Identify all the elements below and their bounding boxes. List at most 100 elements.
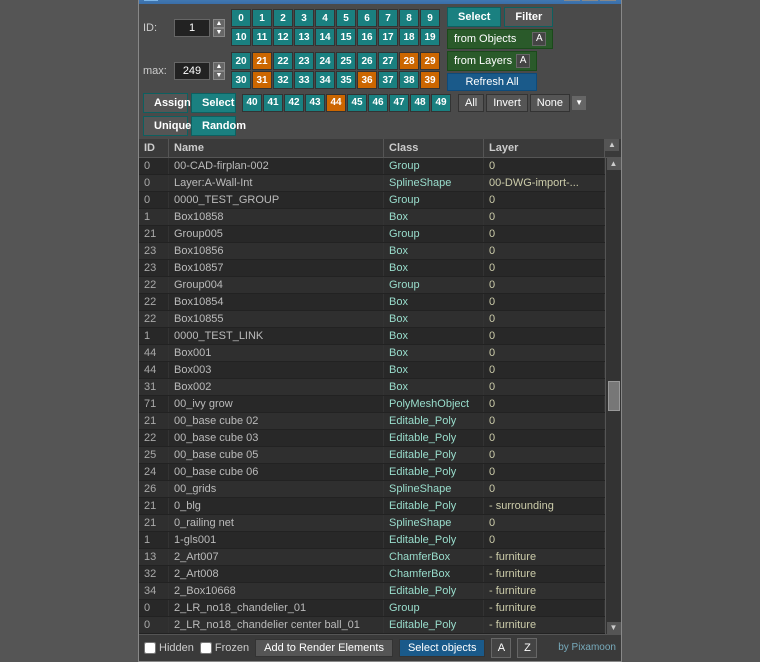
- table-row[interactable]: 31 Box002 Box 0: [139, 379, 605, 396]
- max-input[interactable]: [174, 62, 210, 80]
- table-row[interactable]: 22 00_base cube 03 Editable_Poly 0: [139, 430, 605, 447]
- id-btn-29[interactable]: 29: [420, 52, 440, 70]
- table-row[interactable]: 1 0000_TEST_LINK Box 0: [139, 328, 605, 345]
- from-layers-button[interactable]: from Layers A: [447, 51, 537, 71]
- filter-button[interactable]: Filter: [504, 7, 553, 27]
- table-row[interactable]: 21 0_railing net SplineShape 0: [139, 515, 605, 532]
- a-sort-button[interactable]: A: [491, 638, 511, 658]
- id-btn-7[interactable]: 7: [378, 9, 398, 27]
- id-btn-46[interactable]: 46: [368, 94, 388, 112]
- id-btn-10[interactable]: 10: [231, 28, 251, 46]
- id-btn-27[interactable]: 27: [378, 52, 398, 70]
- table-row[interactable]: 23 Box10857 Box 0: [139, 260, 605, 277]
- vscroll-thumb[interactable]: [608, 381, 620, 411]
- id-btn-5[interactable]: 5: [336, 9, 356, 27]
- id-btn-33[interactable]: 33: [294, 71, 314, 89]
- add-render-button[interactable]: Add to Render Elements: [255, 639, 393, 657]
- id-btn-2[interactable]: 2: [273, 9, 293, 27]
- table-row[interactable]: 0 Layer:A-Wall-Int SplineShape 00-DWG-im…: [139, 175, 605, 192]
- id-btn-12[interactable]: 12: [273, 28, 293, 46]
- id-btn-8[interactable]: 8: [399, 9, 419, 27]
- close-button[interactable]: ✕: [600, 0, 616, 1]
- id-btn-23[interactable]: 23: [294, 52, 314, 70]
- id-up-arrow[interactable]: ▲: [213, 19, 225, 28]
- id-btn-30[interactable]: 30: [231, 71, 251, 89]
- table-row[interactable]: 71 00_ivy grow PolyMeshObject 0: [139, 396, 605, 413]
- table-row[interactable]: 26 00_grids SplineShape 0: [139, 481, 605, 498]
- table-row[interactable]: 0 00-CAD-firplan-002 Group 0: [139, 158, 605, 175]
- table-row[interactable]: 23 Box10856 Box 0: [139, 243, 605, 260]
- id-btn-48[interactable]: 48: [410, 94, 430, 112]
- z-sort-button[interactable]: Z: [517, 638, 537, 658]
- table-scroll-up[interactable]: ▲: [605, 139, 619, 151]
- id-btn-36[interactable]: 36: [357, 71, 377, 89]
- max-up-arrow[interactable]: ▲: [213, 62, 225, 71]
- id-btn-13[interactable]: 13: [294, 28, 314, 46]
- table-row[interactable]: 34 2_Box10668 Editable_Poly - furniture: [139, 583, 605, 600]
- table-row[interactable]: 24 00_base cube 06 Editable_Poly 0: [139, 464, 605, 481]
- id-btn-44[interactable]: 44: [326, 94, 346, 112]
- maximize-button[interactable]: □: [582, 0, 598, 1]
- vscroll-up[interactable]: ▲: [607, 158, 621, 170]
- random-button[interactable]: Random: [191, 116, 236, 136]
- id-btn-3[interactable]: 3: [294, 9, 314, 27]
- id-btn-38[interactable]: 38: [399, 71, 419, 89]
- id-btn-45[interactable]: 45: [347, 94, 367, 112]
- id-btn-47[interactable]: 47: [389, 94, 409, 112]
- invert-button[interactable]: Invert: [486, 94, 528, 112]
- id-input[interactable]: [174, 19, 210, 37]
- id-btn-4[interactable]: 4: [315, 9, 335, 27]
- id-btn-35[interactable]: 35: [336, 71, 356, 89]
- id-btn-31[interactable]: 31: [252, 71, 272, 89]
- refresh-all-button[interactable]: Refresh All: [447, 73, 537, 91]
- table-row[interactable]: 21 Group005 Group 0: [139, 226, 605, 243]
- assign-button[interactable]: Assign: [143, 93, 188, 113]
- table-row[interactable]: 1 1-gls001 Editable_Poly 0: [139, 532, 605, 549]
- id-btn-21[interactable]: 21: [252, 52, 272, 70]
- id-btn-42[interactable]: 42: [284, 94, 304, 112]
- table-row[interactable]: 22 Group004 Group 0: [139, 277, 605, 294]
- from-objects-button[interactable]: from Objects A: [447, 29, 553, 49]
- frozen-checkbox[interactable]: [200, 642, 212, 654]
- hidden-checkbox[interactable]: [144, 642, 156, 654]
- id-btn-19[interactable]: 19: [420, 28, 440, 46]
- id-btn-1[interactable]: 1: [252, 9, 272, 27]
- id-btn-40[interactable]: 40: [242, 94, 262, 112]
- table-row[interactable]: 0 2_LR_no18_chandelier_01 Group - furnit…: [139, 600, 605, 617]
- id-btn-17[interactable]: 17: [378, 28, 398, 46]
- id-btn-20[interactable]: 20: [231, 52, 251, 70]
- table-row[interactable]: 21 0_blg Editable_Poly - surrounding: [139, 498, 605, 515]
- id-btn-11[interactable]: 11: [252, 28, 272, 46]
- id-btn-43[interactable]: 43: [305, 94, 325, 112]
- id-btn-0[interactable]: 0: [231, 9, 251, 27]
- id-btn-15[interactable]: 15: [336, 28, 356, 46]
- id-btn-14[interactable]: 14: [315, 28, 335, 46]
- id-btn-24[interactable]: 24: [315, 52, 335, 70]
- table-row[interactable]: 0 0000_TEST_GROUP Group 0: [139, 192, 605, 209]
- id-btn-32[interactable]: 32: [273, 71, 293, 89]
- id-btn-18[interactable]: 18: [399, 28, 419, 46]
- select-button[interactable]: Select: [447, 7, 501, 27]
- id-btn-22[interactable]: 22: [273, 52, 293, 70]
- id-btn-6[interactable]: 6: [357, 9, 377, 27]
- table-row[interactable]: 0 2_LR_no18_chandelier center ball_01 Ed…: [139, 617, 605, 634]
- id-btn-26[interactable]: 26: [357, 52, 377, 70]
- select-objects-button[interactable]: Select objects: [399, 639, 485, 657]
- vscroll-down[interactable]: ▼: [607, 622, 621, 634]
- unique-button[interactable]: Unique: [143, 116, 188, 136]
- table-row[interactable]: 44 Box003 Box 0: [139, 362, 605, 379]
- id-btn-16[interactable]: 16: [357, 28, 377, 46]
- table-row[interactable]: 21 00_base cube 02 Editable_Poly 0: [139, 413, 605, 430]
- minimize-button[interactable]: _: [564, 0, 580, 1]
- table-row[interactable]: 13 2_Art007 ChamferBox - furniture: [139, 549, 605, 566]
- id-down-arrow[interactable]: ▼: [213, 28, 225, 37]
- id-btn-9[interactable]: 9: [420, 9, 440, 27]
- max-down-arrow[interactable]: ▼: [213, 71, 225, 80]
- table-row[interactable]: 22 Box10854 Box 0: [139, 294, 605, 311]
- id-btn-41[interactable]: 41: [263, 94, 283, 112]
- id-btn-39[interactable]: 39: [420, 71, 440, 89]
- id-btn-28[interactable]: 28: [399, 52, 419, 70]
- table-row[interactable]: 25 00_base cube 05 Editable_Poly 0: [139, 447, 605, 464]
- none-button[interactable]: None: [530, 94, 570, 112]
- id-btn-37[interactable]: 37: [378, 71, 398, 89]
